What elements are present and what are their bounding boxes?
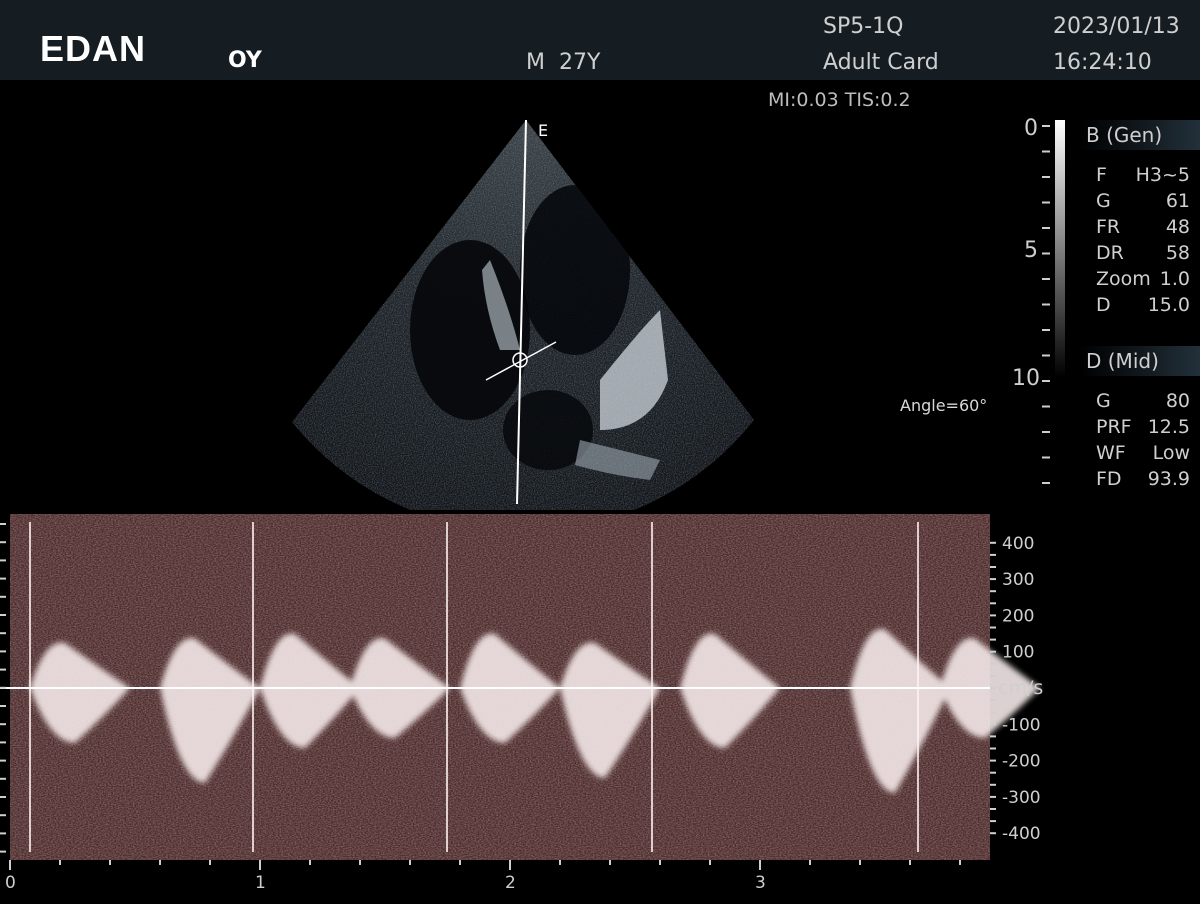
depth-ticks	[1042, 125, 1050, 484]
d-mode-title: D (Mid)	[1080, 346, 1200, 376]
d-param-row: PRF 12.5	[1096, 416, 1190, 438]
edan-logo: EDAN	[40, 28, 147, 69]
b-mode-sector: E	[292, 119, 754, 510]
velocity-label: 300	[1002, 570, 1034, 590]
time-label: 2	[505, 873, 516, 893]
velocity-label: -400	[1002, 824, 1041, 844]
velocity-label: -100	[1002, 715, 1041, 735]
parameters-panel: B (Gen) F H3~5 G 61 FR 48 DR 58 Zoom 1.0 D 15.…	[1080, 118, 1200, 498]
probe-name: SP5-1Q	[823, 14, 904, 39]
exam-preset: Adult Card	[823, 50, 939, 75]
velocity-label: 200	[1002, 606, 1034, 626]
b-param-row: D 15.0	[1096, 294, 1190, 316]
sector-orientation-marker: E	[538, 121, 548, 140]
velocity-label: -300	[1002, 788, 1041, 808]
time-label: 3	[755, 873, 766, 893]
exam-time: 16:24:10	[1053, 50, 1152, 75]
time-label: 1	[255, 873, 266, 893]
depth-label-10: 10	[1012, 366, 1040, 391]
velocity-unit: cm/s	[998, 677, 1043, 699]
time-label: 0	[5, 873, 16, 893]
velocity-label: 400	[1002, 534, 1034, 554]
b-param-row: FR 48	[1096, 216, 1190, 238]
patient-sex-age: M 27Y	[526, 50, 601, 75]
depth-label-0: 0	[1024, 116, 1038, 141]
depth-scale: 0 5 10	[1012, 116, 1070, 488]
header-bar: EDAN OY M 27Y SP5-1Q Adult Card 2023/01/…	[0, 0, 1200, 80]
doppler-spectrum: 400 300 200 100 -100 -200 -300 -400 cm/s 0 1 2 3	[0, 514, 1043, 893]
b-param-row: F H3~5	[1096, 164, 1190, 186]
angle-label: Angle=60°	[900, 396, 988, 415]
d-param-row: WF Low	[1096, 442, 1190, 464]
exam-date: 2023/01/13	[1053, 14, 1180, 39]
depth-label-5: 5	[1024, 238, 1038, 263]
b-param-row: G 61	[1096, 190, 1190, 212]
b-param-row: Zoom 1.0	[1096, 268, 1190, 290]
d-param-row: G 80	[1096, 390, 1190, 412]
b-mode-title: B (Gen)	[1080, 120, 1200, 150]
velocity-label: -200	[1002, 752, 1041, 772]
b-param-row: DR 58	[1096, 242, 1190, 264]
d-param-row: FD 93.9	[1096, 468, 1190, 490]
b-mode-image-area: E	[0, 80, 1000, 510]
velocity-label: 100	[1002, 643, 1034, 663]
patient-id: OY	[228, 48, 262, 73]
doppler-spectrum-area: 400 300 200 100 -100 -200 -300 -400 cm/s 0 1 2 3	[0, 512, 1200, 900]
